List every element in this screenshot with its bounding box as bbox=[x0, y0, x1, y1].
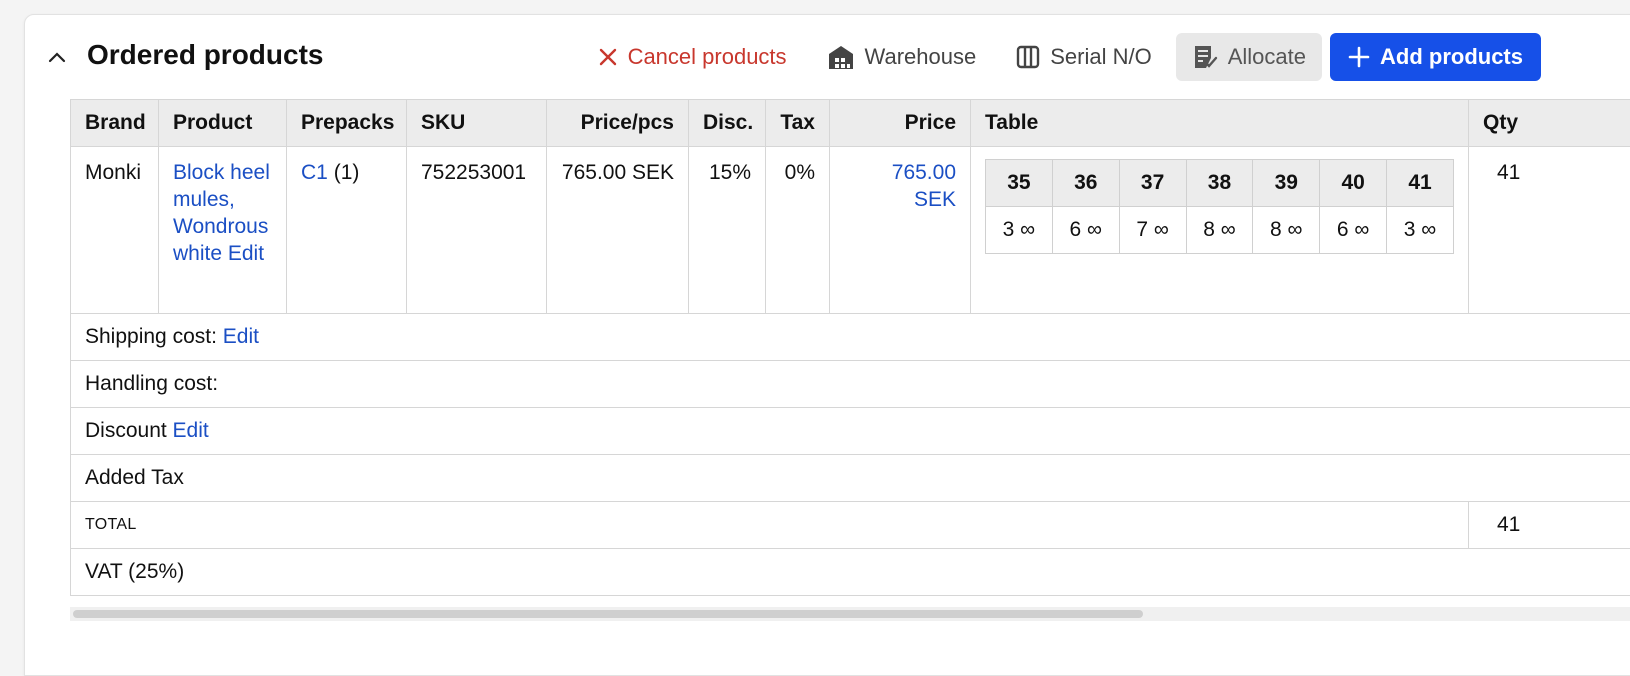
column-header-prepacks[interactable]: Prepacks bbox=[287, 100, 407, 147]
shipping-label: Shipping cost: bbox=[85, 325, 217, 348]
scrollbar-thumb[interactable] bbox=[73, 610, 1143, 618]
added-tax-row: Added Tax bbox=[71, 455, 1630, 502]
price-cell: 765.00 SEK bbox=[830, 147, 971, 314]
serial-number-label: Serial N/O bbox=[1050, 44, 1151, 70]
discount-row: Discount Edit bbox=[71, 408, 1630, 455]
checklist-icon bbox=[1192, 44, 1218, 70]
products-table-container[interactable]: Brand Product Prepacks SKU Price/pcs Dis… bbox=[70, 99, 1630, 605]
size-qty-cell[interactable]: 8 ∞ bbox=[1186, 207, 1253, 254]
column-header-tax[interactable]: Tax bbox=[766, 100, 830, 147]
size-table-cell: 35 36 37 38 39 40 41 3 ∞ 6 ∞ bbox=[971, 147, 1469, 314]
serial-number-button[interactable]: Serial N/O bbox=[1000, 33, 1167, 81]
warehouse-icon bbox=[827, 44, 855, 70]
add-products-label: Add products bbox=[1380, 44, 1523, 70]
shipping-edit-link[interactable]: Edit bbox=[223, 325, 259, 348]
column-header-table[interactable]: Table bbox=[971, 100, 1469, 147]
discount-label: Discount bbox=[85, 419, 167, 442]
allocate-label: Allocate bbox=[1228, 44, 1306, 70]
size-qty-cell[interactable]: 6 ∞ bbox=[1052, 207, 1119, 254]
products-table: Brand Product Prepacks SKU Price/pcs Dis… bbox=[70, 99, 1630, 596]
size-qty-cell[interactable]: 7 ∞ bbox=[1119, 207, 1186, 254]
handling-row: Handling cost: bbox=[71, 361, 1630, 408]
size-qty-cell[interactable]: 3 ∞ bbox=[986, 207, 1053, 254]
tax-cell: 0% bbox=[766, 147, 830, 314]
size-header: 35 bbox=[986, 160, 1053, 207]
handling-label: Handling cost: bbox=[71, 361, 1630, 408]
sku-cell: 752253001 bbox=[407, 147, 547, 314]
horizontal-scrollbar[interactable] bbox=[70, 607, 1630, 621]
plus-icon bbox=[1348, 46, 1370, 68]
product-cell: Block heel mules, Wondrous white Edit bbox=[159, 147, 287, 314]
table-header-row: Brand Product Prepacks SKU Price/pcs Dis… bbox=[71, 100, 1630, 147]
shipping-cell: Shipping cost: Edit bbox=[71, 314, 1630, 361]
toolbar: Cancel products Warehouse bbox=[582, 33, 1541, 81]
panel-header: Ordered products Cancel products Warehou… bbox=[25, 15, 1630, 95]
cancel-products-label: Cancel products bbox=[628, 44, 787, 70]
column-header-qty[interactable]: Qty bbox=[1469, 100, 1630, 147]
column-header-discount[interactable]: Disc. bbox=[689, 100, 766, 147]
shipping-row: Shipping cost: Edit bbox=[71, 314, 1630, 361]
warehouse-button[interactable]: Warehouse bbox=[811, 33, 993, 81]
vat-row: VAT (25%) bbox=[71, 549, 1630, 596]
size-qty-cell[interactable]: 6 ∞ bbox=[1320, 207, 1387, 254]
brand-cell: Monki bbox=[71, 147, 159, 314]
close-icon bbox=[598, 47, 618, 67]
price-link[interactable]: 765.00 SEK bbox=[892, 161, 956, 211]
size-header: 37 bbox=[1119, 160, 1186, 207]
chevron-up-icon bbox=[48, 51, 66, 63]
column-header-price-pcs[interactable]: Price/pcs bbox=[547, 100, 689, 147]
vat-label: VAT (25%) bbox=[71, 549, 1630, 596]
size-header: 40 bbox=[1320, 160, 1387, 207]
added-tax-label: Added Tax bbox=[71, 455, 1630, 502]
product-edit-link[interactable]: Edit bbox=[228, 242, 264, 265]
allocate-button[interactable]: Allocate bbox=[1176, 33, 1322, 81]
discount-edit-link[interactable]: Edit bbox=[173, 419, 209, 442]
column-header-brand[interactable]: Brand bbox=[71, 100, 159, 147]
prepack-link[interactable]: C1 bbox=[301, 161, 328, 184]
table-row: Monki Block heel mules, Wondrous white E… bbox=[71, 147, 1630, 314]
column-header-sku[interactable]: SKU bbox=[407, 100, 547, 147]
prepack-count: (1) bbox=[334, 161, 360, 184]
warehouse-label: Warehouse bbox=[865, 44, 977, 70]
size-header: 36 bbox=[1052, 160, 1119, 207]
size-qty-cell[interactable]: 3 ∞ bbox=[1387, 207, 1454, 254]
price-pcs-cell: 765.00 SEK bbox=[547, 147, 689, 314]
size-header: 41 bbox=[1387, 160, 1454, 207]
size-header: 38 bbox=[1186, 160, 1253, 207]
collapse-toggle[interactable] bbox=[45, 45, 69, 69]
qty-cell: 41 bbox=[1469, 147, 1630, 314]
total-row: TOTAL 41 bbox=[71, 502, 1630, 549]
size-header-row: 35 36 37 38 39 40 41 bbox=[986, 160, 1454, 207]
column-header-price[interactable]: Price bbox=[830, 100, 971, 147]
size-header: 39 bbox=[1253, 160, 1320, 207]
discount-cell: 15% bbox=[689, 147, 766, 314]
add-products-button[interactable]: Add products bbox=[1330, 33, 1541, 81]
total-qty-cell: 41 bbox=[1469, 502, 1630, 549]
discount-cell: Discount Edit bbox=[71, 408, 1630, 455]
size-qty-cell[interactable]: 8 ∞ bbox=[1253, 207, 1320, 254]
ordered-products-panel: Ordered products Cancel products Warehou… bbox=[24, 14, 1630, 676]
size-quantity-table: 35 36 37 38 39 40 41 3 ∞ 6 ∞ bbox=[985, 159, 1454, 254]
column-header-product[interactable]: Product bbox=[159, 100, 287, 147]
total-qty-value: 41 bbox=[1483, 502, 1630, 548]
panel-title: Ordered products bbox=[87, 37, 323, 73]
cancel-products-button[interactable]: Cancel products bbox=[582, 33, 803, 81]
total-label: TOTAL bbox=[71, 502, 1469, 549]
columns-icon bbox=[1016, 45, 1040, 69]
size-qty-row: 3 ∞ 6 ∞ 7 ∞ 8 ∞ 8 ∞ 6 ∞ 3 ∞ bbox=[986, 207, 1454, 254]
prepacks-cell: C1 (1) bbox=[287, 147, 407, 314]
qty-value: 41 bbox=[1483, 159, 1630, 186]
